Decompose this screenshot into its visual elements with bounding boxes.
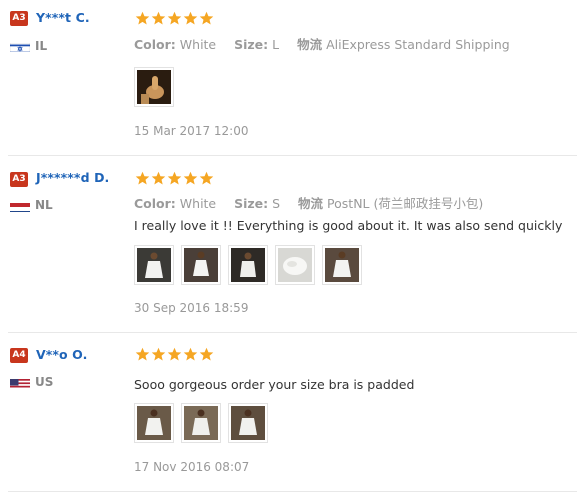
star-icon: [183, 171, 198, 185]
usa-flag-icon: [10, 376, 30, 388]
star-icon: [135, 347, 150, 361]
size-attr-label: Size:: [234, 196, 269, 211]
review-text: Sooo gorgeous order your size bra is pad…: [134, 377, 415, 392]
star-icon: [151, 171, 166, 185]
review-photo-thumbnail[interactable]: [181, 403, 221, 443]
buyer-name: Y***t C.: [36, 10, 90, 25]
size-attr-value: L: [272, 37, 280, 52]
israel-flag-icon: [10, 40, 30, 52]
review-photos: [134, 245, 369, 285]
rating-stars: [135, 11, 214, 26]
review-photo-thumbnail[interactable]: [322, 245, 362, 285]
review-photo-thumbnail[interactable]: [275, 245, 315, 285]
shipping-attr-label: 物流: [297, 37, 323, 52]
star-icon: [151, 11, 166, 25]
order-attributes: Color: White Size: S 物流 PostNL (荷兰邮政挂号小包…: [134, 193, 483, 212]
buyer-country: US: [35, 375, 54, 389]
shipping-attr-value: PostNL (荷兰邮政挂号小包): [327, 196, 484, 211]
review-photo-thumbnail[interactable]: [134, 67, 174, 107]
review-date: 30 Sep 2016 18:59: [134, 301, 249, 315]
review-photo-thumbnail[interactable]: [228, 403, 268, 443]
review-photo-thumbnail[interactable]: [181, 245, 221, 285]
buyer-country: IL: [35, 39, 48, 53]
color-attr-label: Color:: [134, 196, 176, 211]
buyer-level-badge: A3: [10, 172, 28, 187]
shipping-attr-value: AliExpress Standard Shipping: [326, 37, 510, 52]
review-text: I really love it !! Everything is good a…: [134, 218, 563, 233]
review-date: 15 Mar 2017 12:00: [134, 124, 249, 138]
star-icon: [167, 11, 182, 25]
size-attr-value: S: [272, 196, 281, 211]
star-icon: [183, 11, 198, 25]
shipping-attr-label: 物流: [298, 196, 324, 211]
review-photos: [134, 403, 275, 443]
color-attr-label: Color:: [134, 37, 176, 52]
netherlands-flag-icon: [10, 200, 30, 212]
review-photo-thumbnail[interactable]: [134, 403, 174, 443]
star-icon: [183, 347, 198, 361]
buyer-name: V**o O.: [36, 347, 88, 362]
review-photo-thumbnail[interactable]: [134, 245, 174, 285]
star-icon: [135, 11, 150, 25]
star-icon: [135, 171, 150, 185]
rating-stars: [135, 171, 214, 186]
buyer-name: J******d D.: [36, 170, 110, 185]
star-icon: [151, 347, 166, 361]
review-date: 17 Nov 2016 08:07: [134, 460, 250, 474]
buyer-level-badge: A3: [10, 11, 28, 26]
size-attr-label: Size:: [234, 37, 269, 52]
review-photos: [134, 67, 181, 107]
star-icon: [167, 171, 182, 185]
buyer-level-badge: A4: [10, 348, 28, 363]
review-divider: [8, 491, 577, 492]
star-icon: [199, 171, 214, 185]
order-attributes: Color: White Size: L 物流 AliExpress Stand…: [134, 34, 510, 53]
review-divider: [8, 155, 577, 156]
star-icon: [199, 11, 214, 25]
review-photo-thumbnail[interactable]: [228, 245, 268, 285]
star-icon: [199, 347, 214, 361]
color-attr-value: White: [179, 37, 217, 52]
review-divider: [8, 332, 577, 333]
buyer-country: NL: [35, 198, 53, 212]
color-attr-value: White: [179, 196, 217, 211]
rating-stars: [135, 347, 214, 362]
star-icon: [167, 347, 182, 361]
